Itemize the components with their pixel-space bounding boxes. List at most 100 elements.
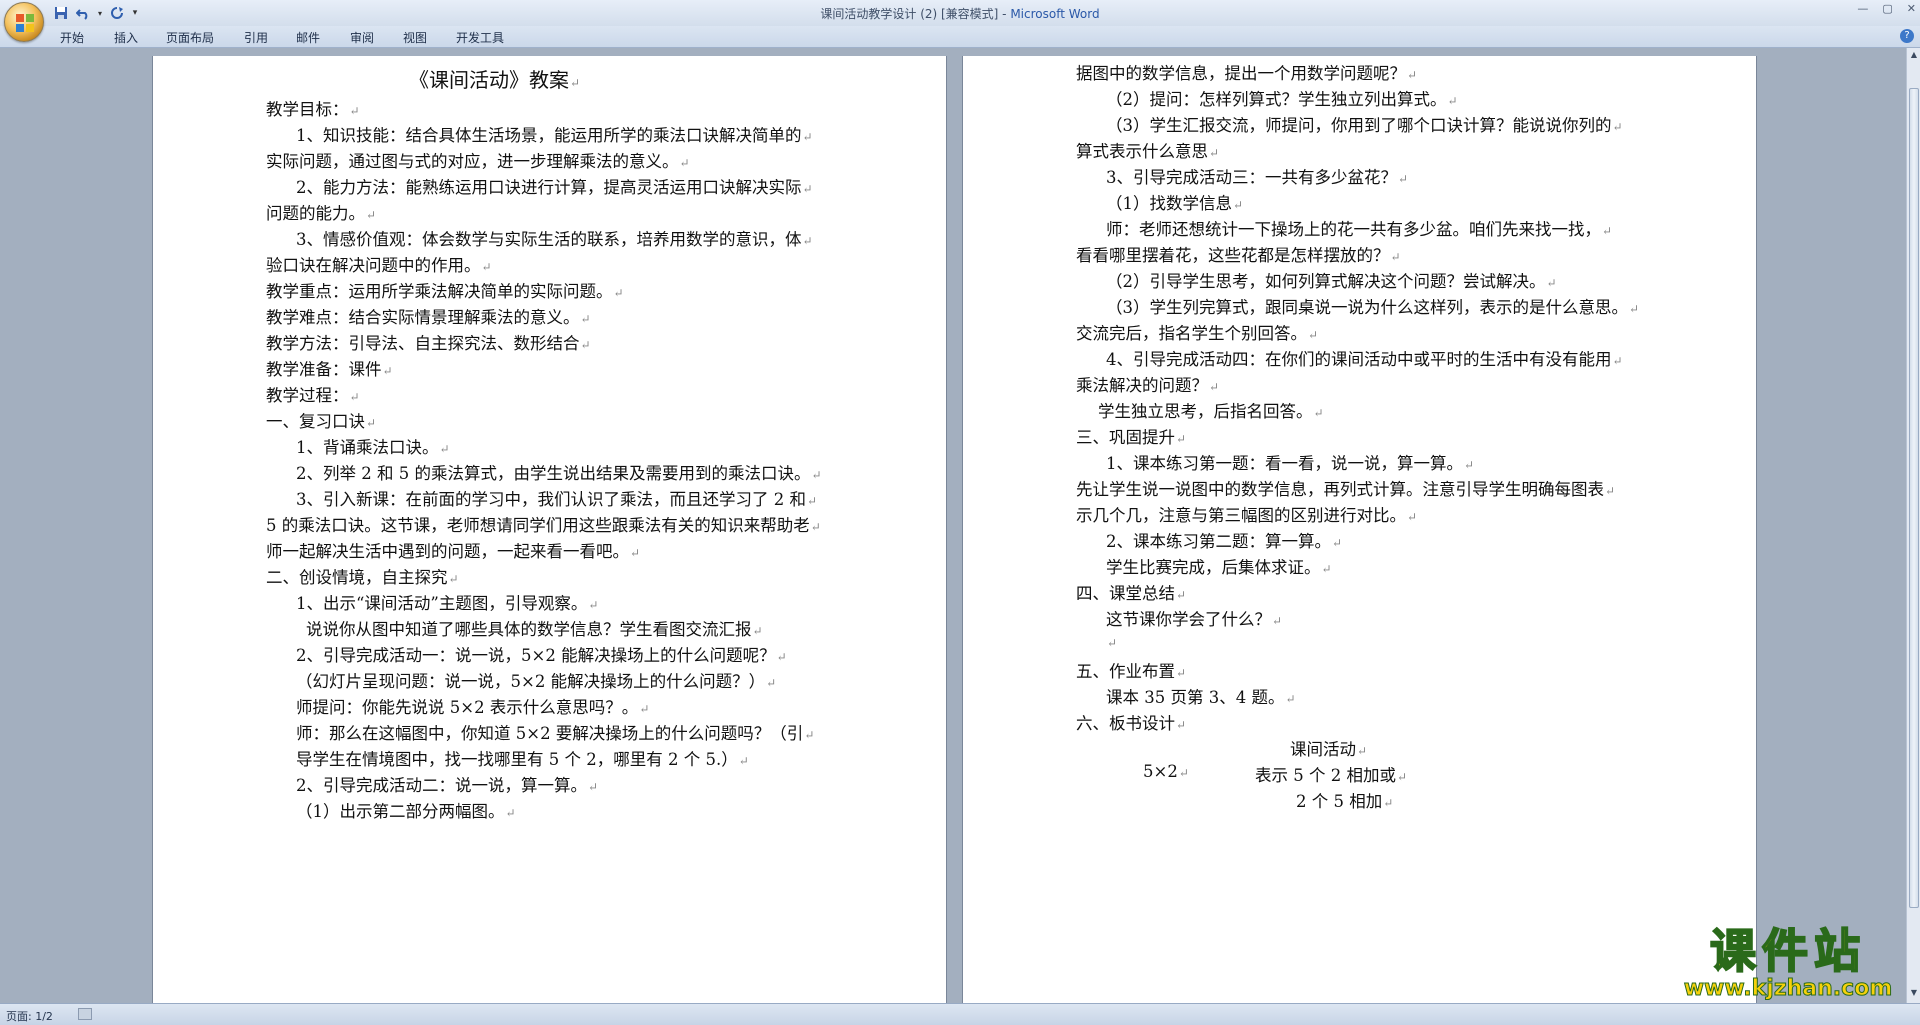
paragraph-text: 2、课本练习第二题：算一算。 xyxy=(1106,532,1331,551)
paragraph-line[interactable]: 三、巩固提升↵ xyxy=(1076,424,1186,448)
paragraph-line[interactable]: 课间活动↵ xyxy=(1290,736,1367,760)
proofing-icon[interactable] xyxy=(78,1008,92,1020)
close-button[interactable]: ✕ xyxy=(1907,2,1916,15)
paragraph-line[interactable]: 教学难点：结合实际情景理解乘法的意义。↵ xyxy=(266,304,591,328)
paragraph-line[interactable]: 问题的能力。↵ xyxy=(266,200,376,224)
scroll-down-icon[interactable]: ▼ xyxy=(1909,988,1919,998)
paragraph-line[interactable]: 四、课堂总结↵ xyxy=(1076,580,1186,604)
paragraph-line[interactable]: 教学过程：↵ xyxy=(266,382,360,406)
paragraph-text: 教学重点：运用所学乘法解决简单的实际问题。 xyxy=(266,282,613,301)
maximize-button[interactable]: ▢ xyxy=(1882,2,1892,15)
paragraph-line[interactable]: 六、板书设计↵ xyxy=(1076,710,1186,734)
paragraph-line[interactable]: ↵ xyxy=(1106,632,1117,651)
paragraph-line[interactable]: 据图中的数学信息，提出一个用数学问题呢？↵ xyxy=(1076,60,1417,84)
paragraph-mark-icon: ↵ xyxy=(1313,406,1324,420)
paragraph-line[interactable]: 3、引入新课：在前面的学习中，我们认识了乘法，而且还学习了 2 和↵ xyxy=(296,486,817,510)
document-area[interactable]: 《课间活动》教案↵ 教学目标：↵ 1、知识技能：结合具体生活场景，能运用所学的乘法口… xyxy=(0,48,1906,1003)
tab-developer[interactable]: 开发工具 xyxy=(456,29,504,46)
paragraph-line[interactable]: 师提问：你能先说说 5×2 表示什么意思吗？。↵ xyxy=(296,694,649,718)
paragraph-line[interactable]: 看看哪里摆着花，这些花都是怎样摆放的？↵ xyxy=(1076,242,1401,266)
paragraph-text: 教学方法：引导法、自主探究法、数形结合 xyxy=(266,334,580,353)
help-icon[interactable]: ? xyxy=(1900,29,1914,43)
paragraph-line[interactable]: 1、知识技能：结合具体生活场景，能运用所学的乘法口诀解决简单的↵ xyxy=(296,122,813,146)
paragraph-line[interactable]: 2、列举 2 和 5 的乘法算式，由学生说出结果及需要用到的乘法口诀。↵ xyxy=(296,460,822,484)
paragraph-mark-icon: ↵ xyxy=(802,182,813,196)
paragraph-mark-icon: ↵ xyxy=(1272,614,1283,628)
scrollbar-thumb[interactable] xyxy=(1909,88,1919,908)
paragraph-line[interactable]: 二、创设情境，自主探究↵ xyxy=(266,564,459,588)
paragraph-line[interactable]: 师：那么在这幅图中，你知道 5×2 要解决操场上的什么问题吗？（引↵ xyxy=(296,720,814,744)
paragraph-line[interactable]: 2、引导完成活动一：说一说，5×2 能解决操场上的什么问题呢？↵ xyxy=(296,642,787,666)
scroll-up-icon[interactable]: ▲ xyxy=(1909,50,1919,60)
paragraph-line[interactable]: 五、作业布置↵ xyxy=(1076,658,1186,682)
paragraph-line[interactable]: 4、引导完成活动四：在你们的课间活动中或平时的生活中有没有能用↵ xyxy=(1106,346,1623,370)
paragraph-text: 一、复习口诀 xyxy=(266,412,365,431)
paragraph-line[interactable]: 示几个几，注意与第三幅图的区别进行对比。↵ xyxy=(1076,502,1417,526)
paragraph-line[interactable]: 说说你从图中知道了哪些具体的数学信息？学生看图交流汇报↵ xyxy=(306,616,763,640)
paragraph-mark-icon: ↵ xyxy=(1357,744,1368,758)
paragraph-mark-icon: ↵ xyxy=(738,754,749,768)
paragraph-line[interactable]: 3、引导完成活动三：一共有多少盆花？↵ xyxy=(1106,164,1408,188)
document-heading[interactable]: 《课间活动》教案↵ xyxy=(409,64,580,93)
paragraph-line[interactable]: 3、情感价值观：体会数学与实际生活的联系，培养用数学的意识，体↵ xyxy=(296,226,813,250)
paragraph-line[interactable]: （1）找数学信息↵ xyxy=(1106,190,1243,214)
paragraph-line[interactable]: 5 的乘法口诀。这节课，老师想请同学们用这些跟乘法有关的知识来帮助老↵ xyxy=(266,512,821,536)
paragraph-line[interactable]: （3）学生汇报交流，师提问，你用到了哪个口诀计算？能说说你列的↵ xyxy=(1106,112,1623,136)
tab-home[interactable]: 开始 xyxy=(60,29,84,46)
paragraph-line[interactable]: 学生比赛完成，后集体求证。↵ xyxy=(1106,554,1332,578)
page-indicator[interactable]: 页面: 1/2 xyxy=(6,1008,53,1024)
paragraph-text: （1）找数学信息 xyxy=(1106,194,1232,213)
paragraph-line[interactable]: 2 个 5 相加↵ xyxy=(1296,788,1393,812)
paragraph-line[interactable]: 表示 5 个 2 相加或↵ xyxy=(1255,762,1407,786)
paragraph-text: （幻灯片呈现问题：说一说，5×2 能解决操场上的什么问题？） xyxy=(296,672,766,691)
paragraph-mark-icon: ↵ xyxy=(1612,354,1623,368)
paragraph-line[interactable]: 1、出示“课间活动”主题图，引导观察。↵ xyxy=(296,590,598,614)
paragraph-mark-icon: ↵ xyxy=(802,130,813,144)
paragraph-text: 学生独立思考，后指名回答。 xyxy=(1098,402,1313,421)
paragraph-line[interactable]: （2）提问：怎样列算式？学生独立列出算式。↵ xyxy=(1106,86,1458,110)
paragraph-text: 教学过程： xyxy=(266,386,349,405)
paragraph-line[interactable]: 1、课本练习第一题：看一看，说一说，算一算。↵ xyxy=(1106,450,1474,474)
tab-mailings[interactable]: 邮件 xyxy=(296,29,320,46)
paragraph-line[interactable]: 验口诀在解决问题中的作用。↵ xyxy=(266,252,492,276)
paragraph-line[interactable]: 1、背诵乘法口诀。↵ xyxy=(296,434,450,458)
document-page-1[interactable]: 《课间活动》教案↵ 教学目标：↵ 1、知识技能：结合具体生活场景，能运用所学的乘法口… xyxy=(152,56,947,1003)
tab-view[interactable]: 视图 xyxy=(403,29,427,46)
paragraph-line[interactable]: 2、能力方法：能熟练运用口诀进行计算，提高灵活运用口诀解决实际↵ xyxy=(296,174,813,198)
paragraph-line[interactable]: 交流完后，指名学生个别回答。↵ xyxy=(1076,320,1318,344)
paragraph-line[interactable]: 课本 35 页第 3、4 题。↵ xyxy=(1106,684,1296,708)
paragraph-line[interactable]: （幻灯片呈现问题：说一说，5×2 能解决操场上的什么问题？）↵ xyxy=(296,668,776,692)
tab-references[interactable]: 引用 xyxy=(244,29,268,46)
paragraph-line[interactable]: 这节课你学会了什么？↵ xyxy=(1106,606,1282,630)
paragraph-line[interactable]: （2）引导学生思考，如何列算式解决这个问题？尝试解决。↵ xyxy=(1106,268,1557,292)
paragraph-line[interactable]: 一、复习口诀↵ xyxy=(266,408,376,432)
minimize-button[interactable]: — xyxy=(1857,2,1868,15)
paragraph-line[interactable]: （1）出示第二部分两幅图。↵ xyxy=(296,798,516,822)
paragraph-mark-icon: ↵ xyxy=(1612,120,1623,134)
tab-page-layout[interactable]: 页面布局 xyxy=(166,29,214,46)
paragraph-line[interactable]: 5×2↵ xyxy=(1143,762,1189,781)
tab-insert[interactable]: 插入 xyxy=(114,29,138,46)
vertical-scrollbar[interactable]: ▲ ▼ xyxy=(1906,48,1920,1003)
paragraph-line[interactable]: 乘法解决的问题？↵ xyxy=(1076,372,1219,396)
paragraph-line[interactable]: 学生独立思考，后指名回答。↵ xyxy=(1098,398,1324,422)
paragraph-line[interactable]: 实际问题，通过图与式的对应，进一步理解乘法的意义。↵ xyxy=(266,148,690,172)
paragraph-text: 二、创设情境，自主探究 xyxy=(266,568,448,587)
paragraph-line[interactable]: 2、课本练习第二题：算一算。↵ xyxy=(1106,528,1342,552)
paragraph-line[interactable]: 教学重点：运用所学乘法解决简单的实际问题。↵ xyxy=(266,278,624,302)
paragraph-line[interactable]: 先让学生说一说图中的数学信息，再列式计算。注意引导学生明确每图表↵ xyxy=(1076,476,1615,500)
paragraph-line[interactable]: 导学生在情境图中，找一找哪里有 5 个 2，哪里有 2 个 5.）↵ xyxy=(296,746,749,770)
paragraph-mark-icon: ↵ xyxy=(752,624,763,638)
paragraph-line[interactable]: 教学目标：↵ xyxy=(266,96,360,120)
document-title: 课间活动教学设计 (2) [兼容模式] - xyxy=(820,7,1011,21)
paragraph-line[interactable]: 师：老师还想统计一下操场上的花一共有多少盆。咱们先来找一找，↵ xyxy=(1106,216,1612,240)
paragraph-line[interactable]: 算式表示什么意思↵ xyxy=(1076,138,1219,162)
document-page-2[interactable]: 据图中的数学信息，提出一个用数学问题呢？↵ （2）提问：怎样列算式？学生独立列出算… xyxy=(962,56,1757,1003)
paragraph-line[interactable]: 教学方法：引导法、自主探究法、数形结合↵ xyxy=(266,330,591,354)
office-button[interactable] xyxy=(4,2,44,42)
paragraph-line[interactable]: 师一起解决生活中遇到的问题，一起来看一看吧。↵ xyxy=(266,538,640,562)
paragraph-line[interactable]: 教学准备：课件↵ xyxy=(266,356,393,380)
paragraph-line[interactable]: 2、引导完成活动二：说一说，算一算。↵ xyxy=(296,772,598,796)
tab-review[interactable]: 审阅 xyxy=(350,29,374,46)
paragraph-line[interactable]: （3）学生列完算式，跟同桌说一说为什么这样列，表示的是什么意思。↵ xyxy=(1106,294,1639,318)
